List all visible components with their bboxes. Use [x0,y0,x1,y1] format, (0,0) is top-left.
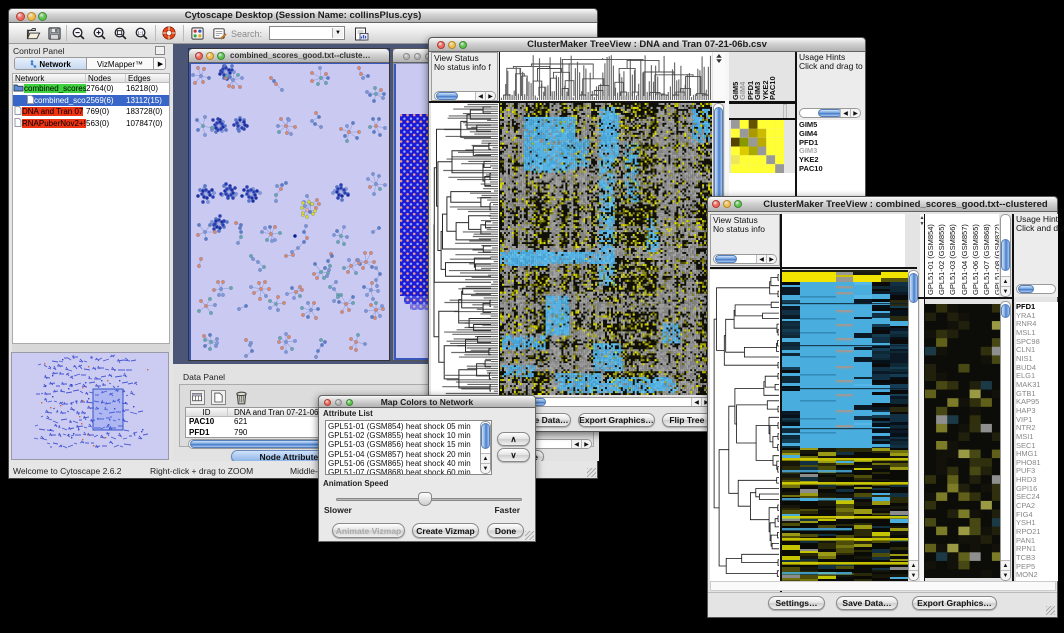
svg-text:1:1: 1:1 [137,30,144,35]
